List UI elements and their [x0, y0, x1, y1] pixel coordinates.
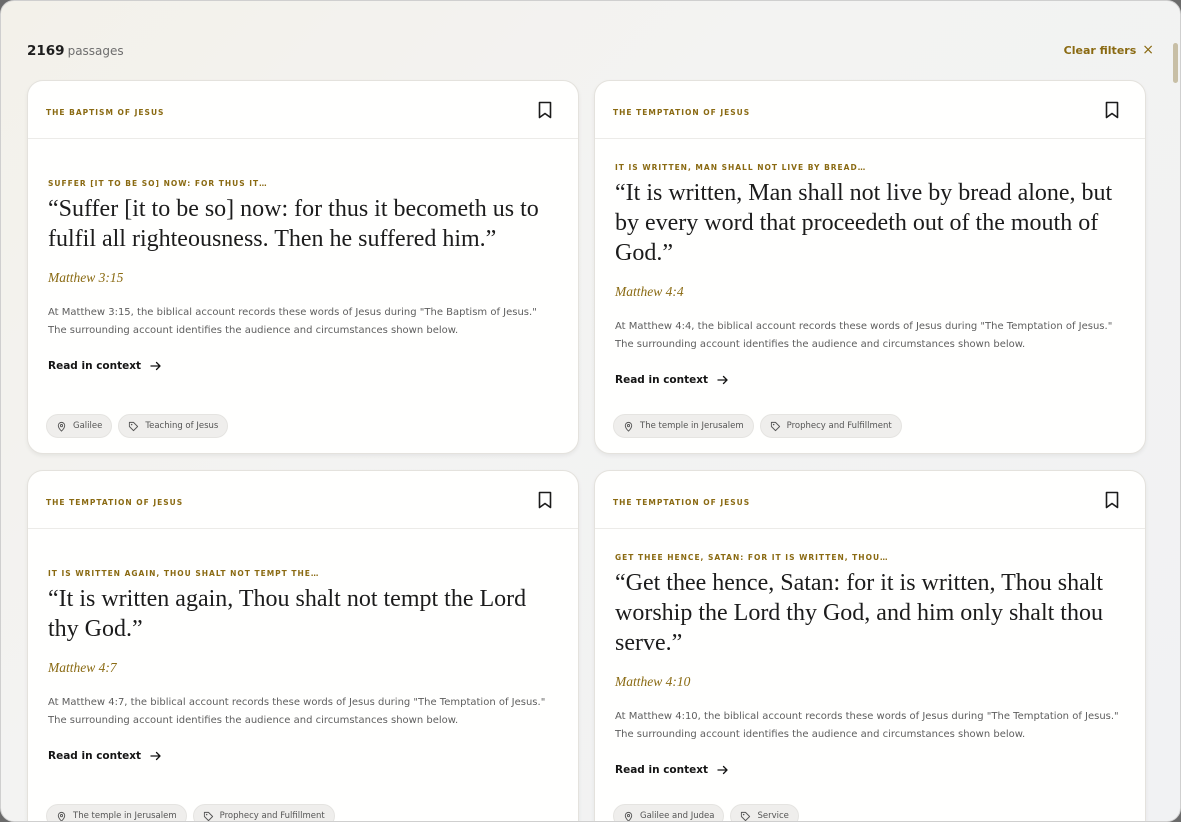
passage-card: THE TEMPTATION OF JESUS GET THEE HENCE, … — [594, 470, 1146, 821]
results-header: 2169 passages Clear filters × — [27, 43, 1154, 63]
tag-icon — [203, 811, 213, 821]
location-tag-label: The temple in Jerusalem — [640, 421, 744, 431]
location-tag-label: Galilee — [73, 421, 103, 431]
clear-filters-label: Clear filters — [1063, 44, 1137, 57]
passage-count: 2169 passages — [27, 43, 124, 59]
topic-tag-label: Service — [757, 811, 789, 821]
card-body: GET THEE HENCE, SATAN: FOR IT IS WRITTEN… — [595, 529, 1145, 776]
passage-card: THE TEMPTATION OF JESUS IT IS WRITTEN AG… — [27, 470, 579, 821]
passage-description: At Matthew 4:10, the biblical account re… — [615, 711, 1119, 740]
event-title: THE TEMPTATION OF JESUS — [613, 108, 751, 117]
passage-count-label: passages — [67, 44, 124, 58]
bookmark-icon[interactable] — [1105, 491, 1119, 509]
read-in-context-link[interactable]: Read in context — [48, 360, 558, 372]
passage-card: THE BAPTISM OF JESUS SUFFER [IT TO BE SO… — [27, 80, 579, 454]
location-tag[interactable]: The temple in Jerusalem — [46, 804, 187, 821]
location-tag[interactable]: The temple in Jerusalem — [613, 414, 754, 438]
passage-description: At Matthew 4:7, the biblical account rec… — [48, 697, 546, 726]
passage-card: THE TEMPTATION OF JESUS IT IS WRITTEN, M… — [594, 80, 1146, 454]
tag-icon — [741, 811, 751, 821]
app-window: 2169 passages Clear filters × THE BAPTISM… — [0, 0, 1181, 822]
scripture-reference: Matthew 4:4 — [615, 284, 684, 299]
event-title: THE TEMPTATION OF JESUS — [46, 498, 184, 507]
quote-text: “Get thee hence, Satan: for it is writte… — [615, 570, 1104, 656]
location-icon — [57, 811, 66, 821]
arrow-right-icon — [150, 361, 161, 371]
clear-filters-button[interactable]: Clear filters × — [1063, 42, 1154, 58]
topic-tag[interactable]: Teaching of Jesus — [118, 414, 229, 438]
tag-list: Galilee Teaching of Jesus — [46, 414, 229, 438]
quote-text: “It is written, Man shall not live by br… — [615, 180, 1113, 266]
scripture-reference: Matthew 4:7 — [48, 660, 117, 675]
scrollbar-thumb[interactable] — [1173, 43, 1178, 83]
card-body: IT IS WRITTEN AGAIN, THOU SHALT NOT TEMP… — [28, 529, 578, 762]
location-icon — [624, 421, 633, 432]
read-in-context-link[interactable]: Read in context — [615, 764, 1125, 776]
bookmark-icon[interactable] — [1105, 101, 1119, 119]
passage-description: At Matthew 3:15, the biblical account re… — [48, 307, 537, 336]
quote-kicker: IT IS WRITTEN, MAN SHALL NOT LIVE BY BRE… — [615, 163, 867, 172]
passage-description: At Matthew 4:4, the biblical account rec… — [615, 321, 1113, 350]
read-in-context-link[interactable]: Read in context — [48, 750, 558, 762]
read-in-context-label: Read in context — [48, 360, 142, 372]
location-icon — [624, 811, 633, 821]
card-header: THE TEMPTATION OF JESUS — [595, 81, 1145, 139]
card-header: THE TEMPTATION OF JESUS — [595, 471, 1145, 529]
tag-list: The temple in Jerusalem Prophecy and Ful… — [46, 804, 335, 821]
topic-tag[interactable]: Prophecy and Fulfillment — [192, 804, 335, 821]
arrow-right-icon — [717, 765, 728, 775]
topic-tag-label: Teaching of Jesus — [145, 421, 219, 431]
quote-kicker: GET THEE HENCE, SATAN: FOR IT IS WRITTEN… — [615, 553, 889, 562]
quote-text: “Suffer [it to be so] now: for thus it b… — [48, 196, 539, 252]
quote-text: “It is written again, Thou shalt not tem… — [48, 586, 527, 642]
tag-icon — [770, 421, 780, 431]
scripture-reference: Matthew 4:10 — [615, 674, 691, 689]
card-body: IT IS WRITTEN, MAN SHALL NOT LIVE BY BRE… — [595, 139, 1145, 386]
tag-icon — [129, 421, 139, 431]
location-icon — [57, 421, 66, 432]
read-in-context-label: Read in context — [615, 374, 709, 386]
passage-count-number: 2169 — [27, 43, 65, 59]
event-title: THE TEMPTATION OF JESUS — [613, 498, 751, 507]
scripture-reference: Matthew 3:15 — [48, 270, 124, 285]
read-in-context-link[interactable]: Read in context — [615, 374, 1125, 386]
event-title: THE BAPTISM OF JESUS — [46, 108, 165, 117]
bookmark-icon[interactable] — [538, 491, 552, 509]
location-tag[interactable]: Galilee — [46, 414, 113, 438]
tag-list: The temple in Jerusalem Prophecy and Ful… — [613, 414, 902, 438]
arrow-right-icon — [717, 375, 728, 385]
card-body: SUFFER [IT TO BE SO] NOW: FOR THUS IT… “… — [28, 139, 578, 372]
card-header: THE TEMPTATION OF JESUS — [28, 471, 578, 529]
location-tag[interactable]: Galilee and Judea — [613, 804, 725, 821]
location-tag-label: The temple in Jerusalem — [73, 811, 177, 821]
topic-tag-label: Prophecy and Fulfillment — [219, 811, 325, 821]
read-in-context-label: Read in context — [48, 750, 142, 762]
topic-tag[interactable]: Service — [730, 804, 799, 821]
topic-tag-label: Prophecy and Fulfillment — [786, 421, 892, 431]
quote-kicker: SUFFER [IT TO BE SO] NOW: FOR THUS IT… — [48, 179, 268, 188]
close-icon: × — [1142, 42, 1154, 58]
quote-kicker: IT IS WRITTEN AGAIN, THOU SHALT NOT TEMP… — [48, 569, 320, 578]
read-in-context-label: Read in context — [615, 764, 709, 776]
location-tag-label: Galilee and Judea — [640, 811, 715, 821]
bookmark-icon[interactable] — [538, 101, 552, 119]
arrow-right-icon — [150, 751, 161, 761]
topic-tag[interactable]: Prophecy and Fulfillment — [759, 414, 902, 438]
card-header: THE BAPTISM OF JESUS — [28, 81, 578, 139]
tag-list: Galilee and Judea Service — [613, 804, 799, 821]
